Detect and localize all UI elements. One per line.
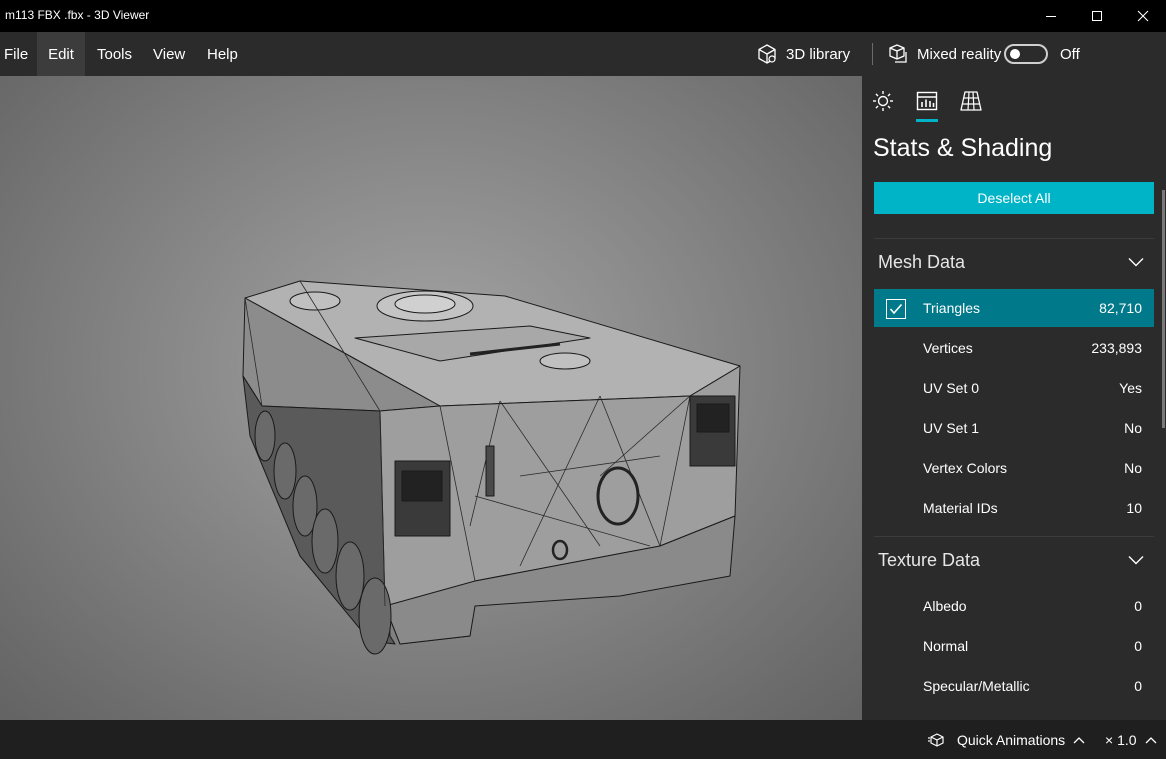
row-label: Albedo — [923, 598, 967, 614]
minimize-icon — [1046, 16, 1056, 17]
row-value: 0 — [1134, 598, 1142, 614]
speed-button[interactable]: × 1.0 — [1105, 720, 1157, 759]
deselect-all-button[interactable]: Deselect All — [874, 182, 1154, 214]
tab-grid-view[interactable] — [958, 88, 984, 114]
menu-file[interactable]: File — [0, 32, 40, 76]
chevron-down-icon[interactable] — [1124, 250, 1148, 274]
row-value: 10 — [1126, 500, 1142, 516]
cube-icon — [758, 44, 776, 64]
row-value: 233,893 — [1091, 340, 1142, 356]
menu-view[interactable]: View — [141, 32, 197, 76]
mesh-row-triangles[interactable]: Triangles 82,710 — [874, 289, 1154, 327]
menu-edit[interactable]: Edit — [37, 32, 85, 76]
checkmark-icon — [889, 303, 903, 315]
grid-icon — [960, 91, 982, 111]
divider — [874, 238, 1154, 239]
stats-shading-panel: Stats & Shading Deselect All Mesh Data T… — [862, 76, 1166, 720]
tab-environment-lighting[interactable] — [870, 88, 896, 114]
texture-data-header[interactable]: Texture Data — [874, 540, 1154, 580]
row-label: Material IDs — [923, 500, 998, 516]
speed-label: × 1.0 — [1105, 731, 1137, 748]
minimize-button[interactable] — [1028, 0, 1074, 32]
panel-scrollbar[interactable] — [1162, 190, 1165, 428]
row-value: No — [1124, 420, 1142, 436]
status-bar: Quick Animations × 1.0 — [0, 720, 1166, 759]
mesh-row-uv-set-1[interactable]: UV Set 1 No — [874, 409, 1154, 447]
chevron-down-icon[interactable] — [1124, 548, 1148, 572]
mixed-reality-button[interactable]: Mixed reality — [887, 32, 1001, 76]
mesh-data-header[interactable]: Mesh Data — [874, 242, 1154, 282]
toggle-switch[interactable] — [1004, 44, 1048, 64]
tab-stats-shading[interactable] — [914, 88, 940, 114]
row-label: Specular/Metallic — [923, 678, 1030, 694]
animation-icon — [928, 732, 944, 747]
sun-icon — [873, 91, 893, 111]
texture-row-normal[interactable]: Normal 0 — [874, 627, 1154, 665]
mesh-row-vertices[interactable]: Vertices 233,893 — [874, 329, 1154, 367]
window-title: m113 FBX .fbx - 3D Viewer — [5, 8, 150, 22]
row-value: No — [1124, 460, 1142, 476]
row-value: 0 — [1134, 678, 1142, 694]
toolbar-divider — [872, 43, 873, 65]
row-label: Normal — [923, 638, 969, 654]
row-value: Yes — [1119, 380, 1142, 396]
texture-row-albedo[interactable]: Albedo 0 — [874, 587, 1154, 625]
maximize-icon — [1092, 11, 1102, 21]
mixed-reality-label: Mixed reality — [917, 45, 1002, 63]
row-value: 82,710 — [1099, 300, 1142, 316]
stats-icon — [916, 91, 938, 111]
menu-bar: File Edit Tools View Help 3D library Mix… — [0, 32, 1166, 76]
m113-model-render — [242, 280, 741, 655]
3d-library-button[interactable]: 3D library — [756, 32, 850, 76]
mesh-row-material-ids[interactable]: Material IDs 10 — [874, 489, 1154, 527]
row-value: 0 — [1134, 638, 1142, 654]
mixed-reality-toggle[interactable] — [1004, 32, 1048, 76]
menu-help[interactable]: Help — [195, 32, 250, 76]
divider — [874, 536, 1154, 537]
mixed-reality-state: Off — [1060, 45, 1080, 63]
texture-row-specular-metallic[interactable]: Specular/Metallic 0 — [874, 667, 1154, 705]
mesh-data-title: Mesh Data — [878, 251, 966, 272]
chevron-up-icon — [1073, 736, 1085, 743]
menu-tools[interactable]: Tools — [85, 32, 144, 76]
chevron-up-icon — [1145, 736, 1156, 743]
tab-selected-indicator — [916, 119, 938, 122]
mesh-row-vertex-colors[interactable]: Vertex Colors No — [874, 449, 1154, 487]
row-label: Vertices — [923, 340, 973, 356]
quick-animations-label: Quick Animations — [957, 731, 1066, 748]
mixed-reality-icon — [889, 44, 907, 63]
3d-viewport[interactable] — [0, 76, 862, 720]
quick-animations-button[interactable]: Quick Animations — [928, 720, 1085, 759]
panel-title: Stats & Shading — [873, 134, 1053, 162]
checkbox-triangles[interactable] — [886, 299, 906, 319]
3d-library-label: 3D library — [786, 45, 851, 63]
toggle-knob — [1010, 49, 1020, 59]
mesh-row-uv-set-0[interactable]: UV Set 0 Yes — [874, 369, 1154, 407]
close-button[interactable] — [1120, 0, 1166, 32]
maximize-button[interactable] — [1074, 0, 1120, 32]
close-icon — [1137, 10, 1149, 22]
texture-data-title: Texture Data — [878, 549, 981, 570]
row-label: Triangles — [923, 300, 981, 316]
row-label: UV Set 1 — [923, 420, 980, 436]
title-bar: m113 FBX .fbx - 3D Viewer — [0, 0, 1166, 32]
row-label: Vertex Colors — [923, 460, 1008, 476]
row-label: UV Set 0 — [923, 380, 980, 396]
